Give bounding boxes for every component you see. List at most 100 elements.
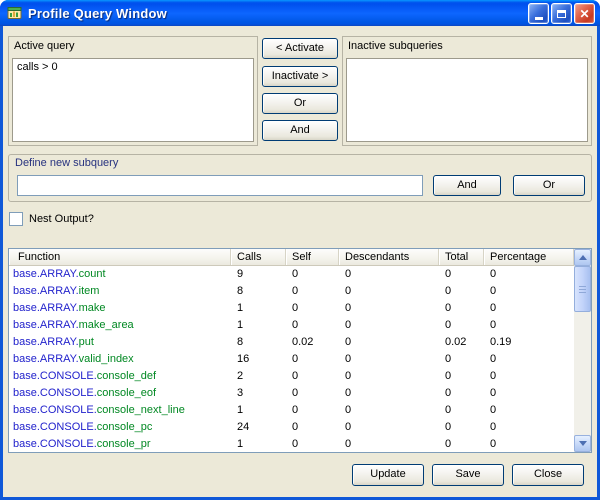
function-cell: base.CONSOLE.console_next_line — [9, 402, 231, 419]
column-header-self[interactable]: Self — [286, 249, 339, 265]
table-body: base.ARRAY.count90000base.ARRAY.item8000… — [9, 266, 574, 452]
value-cell: 0 — [484, 402, 574, 419]
value-cell: 0 — [339, 368, 439, 385]
update-button[interactable]: Update — [352, 464, 424, 486]
value-cell: 1 — [231, 317, 286, 334]
subquery-or-button[interactable]: Or — [513, 175, 585, 196]
value-cell: 0 — [286, 317, 339, 334]
function-feature-name: console_next_line — [97, 404, 185, 416]
value-cell: 0.02 — [439, 334, 484, 351]
table-row[interactable]: base.ARRAY.valid_index160000 — [9, 351, 574, 368]
value-cell: 0 — [286, 368, 339, 385]
function-feature-name: item — [79, 285, 100, 297]
scroll-down-button[interactable] — [574, 435, 591, 452]
value-cell: 0 — [339, 334, 439, 351]
function-class-prefix: base.ARRAY. — [13, 302, 79, 314]
inactive-subqueries-panel: Inactive subqueries — [342, 36, 592, 146]
value-cell: 0 — [339, 419, 439, 436]
function-cell: base.ARRAY.item — [9, 283, 231, 300]
value-cell: 0 — [484, 368, 574, 385]
function-class-prefix: base.CONSOLE. — [13, 387, 97, 399]
value-cell: 0 — [439, 368, 484, 385]
value-cell: 0 — [484, 317, 574, 334]
close-dialog-button[interactable]: Close — [512, 464, 584, 486]
value-cell: 0 — [339, 266, 439, 283]
column-header-percentage[interactable]: Percentage — [484, 249, 574, 265]
function-cell: base.CONSOLE.console_pr — [9, 436, 231, 452]
value-cell: 0 — [286, 419, 339, 436]
table-row[interactable]: base.ARRAY.count90000 — [9, 266, 574, 283]
function-class-prefix: base.ARRAY. — [13, 336, 79, 348]
table-row[interactable]: base.ARRAY.item80000 — [9, 283, 574, 300]
function-cell: base.CONSOLE.console_eof — [9, 385, 231, 402]
column-header-descendants[interactable]: Descendants — [339, 249, 439, 265]
value-cell: 0 — [286, 283, 339, 300]
table-row[interactable]: base.CONSOLE.console_pc240000 — [9, 419, 574, 436]
nest-output-checkbox[interactable] — [9, 212, 23, 226]
value-cell: 0 — [439, 402, 484, 419]
function-feature-name: console_pc — [97, 421, 153, 433]
value-cell: 2 — [231, 368, 286, 385]
or-combine-button[interactable]: Or — [262, 93, 338, 114]
table-row[interactable]: base.CONSOLE.console_def20000 — [9, 368, 574, 385]
value-cell: 0 — [339, 436, 439, 452]
table-row[interactable]: base.ARRAY.put80.0200.020.19 — [9, 334, 574, 351]
column-header-function[interactable]: Function — [9, 249, 231, 265]
save-button[interactable]: Save — [432, 464, 504, 486]
table-row[interactable]: base.CONSOLE.console_next_line10000 — [9, 402, 574, 419]
maximize-button[interactable] — [551, 3, 572, 24]
value-cell: 0 — [439, 283, 484, 300]
active-query-list[interactable]: calls > 0 — [12, 58, 254, 142]
value-cell: 0 — [286, 385, 339, 402]
close-button[interactable]: ✕ — [574, 3, 595, 24]
define-subquery-group: Define new subquery And Or — [8, 154, 592, 202]
inactivate-button[interactable]: Inactivate > — [262, 66, 338, 87]
function-class-prefix: base.ARRAY. — [13, 268, 79, 280]
table-row[interactable]: base.ARRAY.make10000 — [9, 300, 574, 317]
nest-output-label[interactable]: Nest Output? — [29, 213, 94, 225]
app-icon[interactable] — [7, 5, 23, 21]
value-cell: 0 — [484, 436, 574, 452]
scrollbar-thumb[interactable] — [574, 266, 591, 312]
window-title: Profile Query Window — [28, 6, 167, 21]
value-cell: 0 — [339, 317, 439, 334]
value-cell: 0 — [484, 351, 574, 368]
inactive-subqueries-list[interactable] — [346, 58, 588, 142]
value-cell: 1 — [231, 402, 286, 419]
value-cell: 0 — [439, 266, 484, 283]
caption-buttons: ✕ — [528, 3, 595, 24]
function-feature-name: put — [79, 336, 94, 348]
value-cell: 16 — [231, 351, 286, 368]
table-row[interactable]: base.CONSOLE.console_eof30000 — [9, 385, 574, 402]
minimize-button[interactable] — [528, 3, 549, 24]
and-combine-button[interactable]: And — [262, 120, 338, 141]
function-feature-name: console_pr — [97, 438, 151, 450]
value-cell: 0 — [484, 266, 574, 283]
table-row[interactable]: base.CONSOLE.console_pr10000 — [9, 436, 574, 452]
subquery-input[interactable] — [17, 175, 423, 196]
inactive-subqueries-label: Inactive subqueries — [343, 37, 591, 57]
value-cell: 0 — [484, 283, 574, 300]
active-query-panel: Active query calls > 0 — [8, 36, 258, 146]
value-cell: 9 — [231, 266, 286, 283]
function-feature-name: console_eof — [97, 387, 156, 399]
active-query-label: Active query — [9, 37, 257, 57]
column-header-calls[interactable]: Calls — [231, 249, 286, 265]
title-bar[interactable]: Profile Query Window ✕ — [0, 0, 600, 26]
vertical-scrollbar[interactable] — [574, 249, 591, 452]
function-class-prefix: base.CONSOLE. — [13, 421, 97, 433]
table-row[interactable]: base.ARRAY.make_area10000 — [9, 317, 574, 334]
profile-query-window: Profile Query Window ✕ Active query call… — [0, 0, 600, 500]
value-cell: 3 — [231, 385, 286, 402]
value-cell: 0 — [439, 385, 484, 402]
dialog-client-area: Active query calls > 0 < Activate Inacti… — [3, 26, 597, 497]
column-header-total[interactable]: Total — [439, 249, 484, 265]
value-cell: 0 — [339, 385, 439, 402]
subquery-and-button[interactable]: And — [433, 175, 501, 196]
function-feature-name: count — [79, 268, 106, 280]
activate-button[interactable]: < Activate — [262, 38, 338, 59]
function-feature-name: console_def — [97, 370, 156, 382]
query-list-item[interactable]: calls > 0 — [13, 59, 253, 75]
scroll-up-button[interactable] — [574, 249, 591, 266]
value-cell: 1 — [231, 436, 286, 452]
